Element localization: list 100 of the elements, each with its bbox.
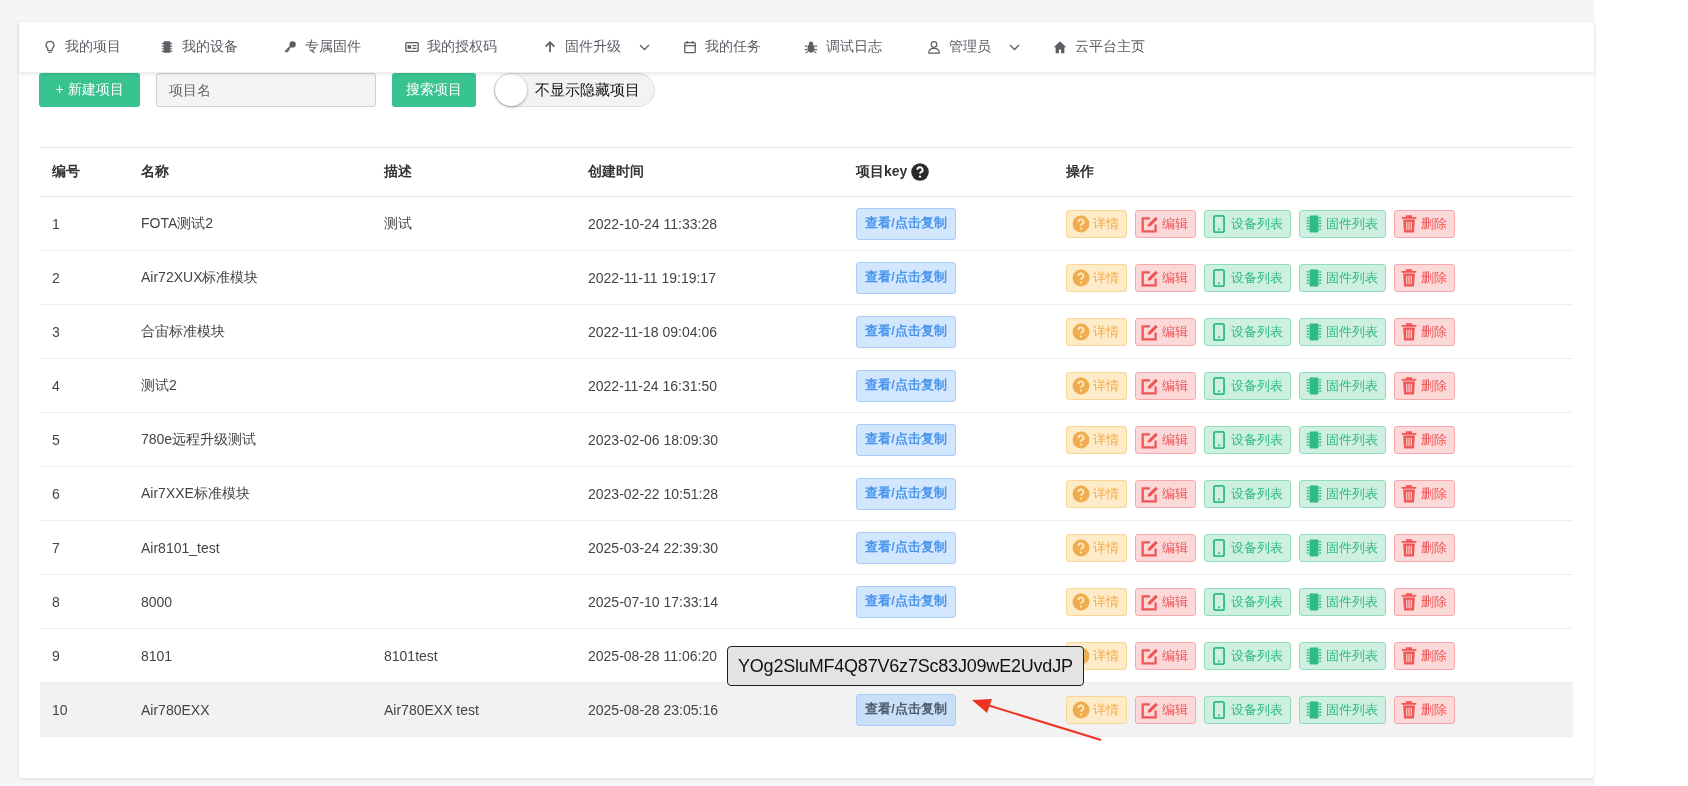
search-field[interactable]: 项目名 [156,73,376,107]
edit-button[interactable]: 编辑 [1135,587,1196,616]
detail-button[interactable]: 详情 [1066,533,1127,562]
firmware-button[interactable]: 固件列表 [1299,533,1386,562]
detail-button[interactable]: 详情 [1066,425,1127,454]
copy-key-button[interactable]: 查看/点击复制 [856,207,956,240]
copy-key-button[interactable]: 查看/点击复制 [856,261,956,294]
copy-key-button[interactable]: 查看/点击复制 [856,585,956,618]
detail-button[interactable]: 详情 [1066,371,1127,400]
delete-button[interactable]: 删除 [1394,587,1455,616]
calendar-icon [683,40,697,54]
detail-button[interactable]: 详情 [1066,695,1127,724]
firmware-button[interactable]: 固件列表 [1299,587,1386,616]
devices-button[interactable]: 设备列表 [1204,263,1291,292]
delete-button[interactable]: 删除 [1394,695,1455,724]
delete-button[interactable]: 删除 [1394,209,1455,238]
devices-button[interactable]: 设备列表 [1204,695,1291,724]
hidden-projects-toggle[interactable]: 不显示隐藏项目 [494,73,655,107]
question-circle-icon [1072,430,1090,449]
question-circle-icon [1072,268,1090,287]
delete-button[interactable]: 删除 [1394,533,1455,562]
devices-button[interactable]: 设备列表 [1204,371,1291,400]
edit-icon [1141,214,1159,233]
arrow-up-icon [543,40,557,54]
nav-item[interactable]: 我的设备 [160,22,283,72]
trash-icon [1400,322,1418,341]
copy-key-button[interactable]: 查看/点击复制 [856,315,956,348]
copy-key-button[interactable]: 查看/点击复制 [856,531,956,564]
copy-key-button[interactable]: 查看/点击复制 [856,423,956,456]
chip-icon [1305,376,1323,395]
table-cell: Air780EXX test [384,701,479,718]
question-circle-icon [1072,538,1090,557]
nav-item[interactable]: 我的授权码 [405,22,543,72]
firmware-button[interactable]: 固件列表 [1299,209,1386,238]
delete-button[interactable]: 删除 [1394,263,1455,292]
edit-button[interactable]: 编辑 [1135,209,1196,238]
edit-button[interactable]: 编辑 [1135,371,1196,400]
edit-button[interactable]: 编辑 [1135,479,1196,508]
firmware-button[interactable]: 固件列表 [1299,479,1386,508]
search-button[interactable]: 搜索项目 [392,73,476,107]
copy-key-button[interactable]: 查看/点击复制 [856,477,956,510]
edit-button[interactable]: 编辑 [1135,425,1196,454]
table-cell: 2022-11-18 09:04:06 [588,323,717,340]
table-cell: 8101 [141,647,173,664]
column-header: 操作 [1054,147,1573,197]
detail-button[interactable]: 详情 [1066,317,1127,346]
new-project-button[interactable]: + 新建项目 [39,73,140,107]
table-cell: 2022-10-24 11:33:28 [588,215,717,232]
id-card-icon [405,40,419,54]
nav-item[interactable]: 调试日志 [804,22,927,72]
firmware-button[interactable]: 固件列表 [1299,371,1386,400]
devices-button[interactable]: 设备列表 [1204,425,1291,454]
devices-button[interactable]: 设备列表 [1204,587,1291,616]
nav-item[interactable]: 固件升级 [543,22,683,72]
phone-icon [1210,430,1228,449]
devices-button[interactable]: 设备列表 [1204,209,1291,238]
copy-key-button[interactable]: 查看/点击复制 [856,369,956,402]
nav-item[interactable]: 专属固件 [283,22,405,72]
firmware-button[interactable]: 固件列表 [1299,317,1386,346]
lightbulb-icon [43,40,57,54]
nav-item[interactable]: 云平台主页 [1053,22,1193,72]
chip-icon [1305,538,1323,557]
copy-key-button[interactable]: 查看/点击复制 [856,693,956,726]
devices-button[interactable]: 设备列表 [1204,479,1291,508]
firmware-button[interactable]: 固件列表 [1299,641,1386,670]
nav-item[interactable]: 管理员 [927,22,1053,72]
delete-button[interactable]: 删除 [1394,317,1455,346]
edit-button[interactable]: 编辑 [1135,533,1196,562]
detail-button[interactable]: 详情 [1066,263,1127,292]
nav-item[interactable]: 我的任务 [683,22,804,72]
devices-button[interactable]: 设备列表 [1204,533,1291,562]
trash-icon [1400,430,1418,449]
table-cell: 8 [52,593,60,610]
devices-button[interactable]: 设备列表 [1204,641,1291,670]
table-cell: Air8101_test [141,539,220,556]
question-circle-icon [1072,322,1090,341]
chip-icon [160,40,174,54]
edit-button[interactable]: 编辑 [1135,317,1196,346]
edit-button[interactable]: 编辑 [1135,695,1196,724]
detail-button[interactable]: 详情 [1066,479,1127,508]
detail-button[interactable]: 详情 [1066,587,1127,616]
firmware-button[interactable]: 固件列表 [1299,695,1386,724]
delete-button[interactable]: 删除 [1394,641,1455,670]
column-header: 描述 [372,147,576,197]
detail-button[interactable]: 详情 [1066,209,1127,238]
edit-button[interactable]: 编辑 [1135,641,1196,670]
table-cell: Air72XUX标准模块 [141,268,259,285]
table-cell: 4 [52,377,60,394]
delete-button[interactable]: 删除 [1394,425,1455,454]
edit-button[interactable]: 编辑 [1135,263,1196,292]
delete-button[interactable]: 删除 [1394,479,1455,508]
edit-icon [1141,376,1159,395]
firmware-button[interactable]: 固件列表 [1299,263,1386,292]
trash-icon [1400,592,1418,611]
nav-item[interactable]: 我的项目 [43,22,160,72]
firmware-button[interactable]: 固件列表 [1299,425,1386,454]
table-cell: 2025-08-28 11:06:20 [588,647,717,664]
devices-button[interactable]: 设备列表 [1204,317,1291,346]
table-cell: Air780EXX [141,701,210,718]
delete-button[interactable]: 删除 [1394,371,1455,400]
